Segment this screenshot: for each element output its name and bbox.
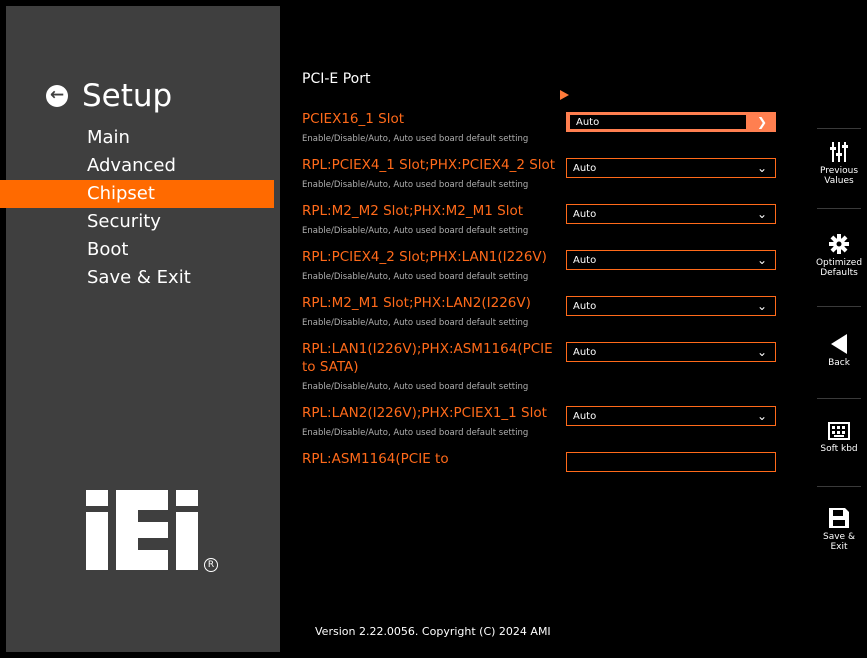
setting-label[interactable]: RPL:PCIEX4_1 Slot;PHX:PCIEX4_2 Slot	[302, 156, 562, 174]
setting-dropdown[interactable]: Auto ⌄	[566, 250, 776, 270]
settings-panel: PCI-E Port PCIEX16_1 Slot Enable/Disable…	[280, 6, 817, 652]
setting-row: PCIEX16_1 Slot Enable/Disable/Auto, Auto…	[302, 110, 812, 144]
right-toolbar	[817, 6, 861, 652]
setting-label[interactable]: RPL:LAN1(I226V);PHX:ASM1164(PCIE to SATA…	[302, 340, 562, 376]
sliders-icon	[830, 142, 848, 162]
dropdown-value: Auto	[573, 162, 597, 174]
setting-dropdown[interactable]: Auto ⌄	[566, 296, 776, 316]
dropdown-value: Auto	[573, 346, 597, 358]
dropdown-value: Auto	[576, 116, 600, 128]
setting-dropdown[interactable]: Auto ❯	[566, 112, 776, 132]
setting-help: Enable/Disable/Auto, Auto used board def…	[302, 428, 529, 438]
chevron-down-icon: ⌄	[756, 253, 768, 267]
chevron-down-icon: ❯	[756, 115, 768, 129]
sidebar-item-security[interactable]: Security	[0, 208, 274, 236]
toolbar-label: Soft kbd	[820, 444, 858, 454]
dropdown-value: Auto	[573, 300, 597, 312]
dropdown-value: Auto	[573, 208, 597, 220]
dropdown-value: Auto	[573, 254, 597, 266]
chevron-down-icon: ⌄	[756, 345, 768, 359]
version-text: Version 2.22.0056. Copyright (C) 2024 AM…	[315, 625, 551, 638]
arrow-left-icon[interactable]: ←	[46, 85, 68, 107]
setup-header: ← Setup	[46, 74, 172, 118]
toolbar-label: Back	[828, 358, 850, 368]
setting-dropdown[interactable]: Auto ⌄	[566, 158, 776, 178]
iei-logo: R	[86, 490, 218, 576]
section-title: PCI-E Port	[302, 71, 371, 87]
sidebar-item-save-exit[interactable]: Save & Exit	[0, 264, 274, 292]
sidebar-item-chipset[interactable]: Chipset	[0, 180, 274, 208]
previous-values-button[interactable]: Previous Values	[817, 142, 861, 186]
dropdown-value: Auto	[573, 410, 597, 422]
setting-row: RPL:PCIEX4_1 Slot;PHX:PCIEX4_2 Slot Enab…	[302, 156, 812, 190]
save-exit-button[interactable]: Save & Exit	[817, 508, 861, 552]
gear-icon	[829, 234, 849, 254]
setting-help: Enable/Disable/Auto, Auto used board def…	[302, 180, 529, 190]
setting-dropdown[interactable]: Auto ⌄	[566, 204, 776, 224]
chevron-down-icon: ⌄	[756, 409, 768, 423]
sidebar-item-advanced[interactable]: Advanced	[0, 152, 274, 180]
setting-row: RPL:LAN2(I226V);PHX:PCIEX1_1 Slot Enable…	[302, 404, 812, 438]
setting-label[interactable]: PCIEX16_1 Slot	[302, 110, 562, 128]
registered-mark-icon: R	[204, 558, 218, 572]
triangle-left-icon	[831, 334, 847, 354]
setting-label[interactable]: RPL:PCIEX4_2 Slot;PHX:LAN1(I226V)	[302, 248, 562, 266]
setting-help: Enable/Disable/Auto, Auto used board def…	[302, 134, 529, 144]
setting-label[interactable]: RPL:ASM1164(PCIE to	[302, 450, 562, 468]
setting-label[interactable]: RPL:M2_M1 Slot;PHX:LAN2(I226V)	[302, 294, 562, 312]
setting-dropdown[interactable]: Auto ⌄	[566, 342, 776, 362]
chevron-down-icon: ⌄	[756, 299, 768, 313]
toolbar-label: Previous Values	[819, 166, 859, 186]
sidebar-item-boot[interactable]: Boot	[0, 236, 274, 264]
optimized-defaults-button[interactable]: Optimized Defaults	[815, 234, 863, 278]
sidebar-item-main[interactable]: Main	[0, 124, 274, 152]
setting-label[interactable]: RPL:M2_M2 Slot;PHX:M2_M1 Slot	[302, 202, 562, 220]
setting-help: Enable/Disable/Auto, Auto used board def…	[302, 226, 529, 236]
mouse-cursor-icon	[560, 90, 569, 100]
setting-row: RPL:PCIEX4_2 Slot;PHX:LAN1(I226V) Enable…	[302, 248, 812, 282]
floppy-icon	[829, 508, 849, 528]
back-button[interactable]: Back	[817, 334, 861, 368]
setting-help: Enable/Disable/Auto, Auto used board def…	[302, 382, 529, 392]
settings-list: PCIEX16_1 Slot Enable/Disable/Auto, Auto…	[302, 110, 812, 560]
setting-help: Enable/Disable/Auto, Auto used board def…	[302, 318, 529, 328]
setting-label[interactable]: RPL:LAN2(I226V);PHX:PCIEX1_1 Slot	[302, 404, 562, 422]
setting-dropdown[interactable]: Auto ⌄	[566, 406, 776, 426]
chevron-down-icon: ⌄	[756, 207, 768, 221]
setting-help: Enable/Disable/Auto, Auto used board def…	[302, 272, 529, 282]
toolbar-label: Save & Exit	[823, 532, 855, 552]
setting-row: RPL:M2_M2 Slot;PHX:M2_M1 Slot Enable/Dis…	[302, 202, 812, 236]
sidebar-menu: Main Advanced Chipset Security Boot Save…	[0, 124, 274, 292]
setting-row: RPL:M2_M1 Slot;PHX:LAN2(I226V) Enable/Di…	[302, 294, 812, 328]
toolbar-label: Optimized Defaults	[815, 258, 863, 278]
page-title: Setup	[82, 78, 173, 114]
setting-row: RPL:ASM1164(PCIE to	[302, 450, 812, 472]
setting-row: RPL:LAN1(I226V);PHX:ASM1164(PCIE to SATA…	[302, 340, 812, 392]
setting-dropdown[interactable]	[566, 452, 776, 472]
chevron-down-icon: ⌄	[756, 161, 768, 175]
soft-keyboard-button[interactable]: Soft kbd	[817, 422, 861, 454]
keyboard-icon	[828, 422, 850, 440]
